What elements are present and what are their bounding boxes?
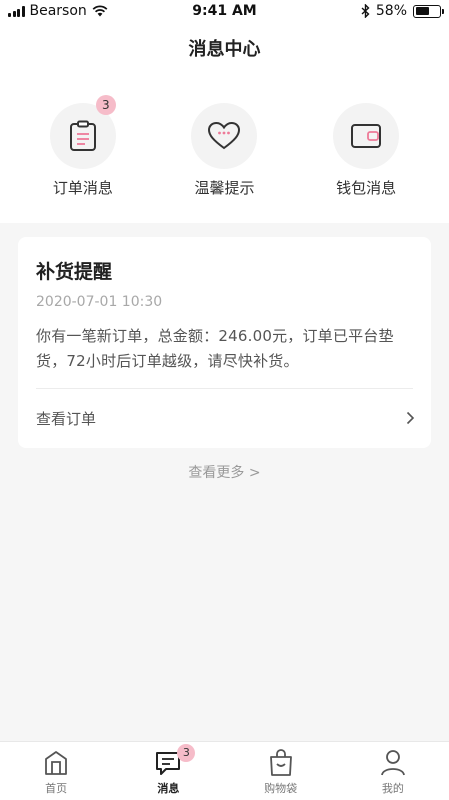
tab-icon-wrap xyxy=(266,748,296,778)
tab-label: 我的 xyxy=(381,782,404,795)
heart-icon xyxy=(208,121,241,150)
message-categories: 3 订单消息 温馨提示 钱包消息 xyxy=(0,78,449,223)
category-icon-circle: 3 xyxy=(49,95,116,169)
view-more-link[interactable]: 查看更多 > xyxy=(0,462,449,482)
message-time: 2020-07-01 10:30 xyxy=(36,294,163,310)
view-order-link[interactable]: 查看订单 xyxy=(36,389,415,447)
tab-home[interactable]: 首页 xyxy=(0,742,112,800)
category-label: 钱包消息 xyxy=(336,179,397,197)
battery-info: 58% xyxy=(361,3,444,19)
tab-label: 购物袋 xyxy=(264,782,298,795)
tab-label: 首页 xyxy=(45,782,68,795)
tab-icon-wrap: 3 xyxy=(153,744,196,778)
category-order-messages[interactable]: 3 订单消息 xyxy=(23,78,143,223)
tab-shopping-bag[interactable]: 购物袋 xyxy=(225,742,337,800)
tab-messages[interactable]: 3 消息 xyxy=(112,742,224,800)
category-tips[interactable]: 温馨提示 xyxy=(164,78,284,223)
chevron-right-icon xyxy=(406,411,415,425)
order-badge: 3 xyxy=(95,95,116,115)
user-icon xyxy=(380,750,405,776)
page-title: 消息中心 xyxy=(0,24,449,78)
battery-percent: 58% xyxy=(375,3,407,19)
tab-icon-wrap xyxy=(378,748,408,778)
shopping-bag-icon xyxy=(269,749,292,776)
category-icon-circle xyxy=(333,103,400,169)
message-title: 补货提醒 xyxy=(36,261,113,283)
category-label: 订单消息 xyxy=(52,179,113,197)
wallet-icon xyxy=(351,124,382,148)
tab-bar: 首页 3 消息 购物袋 我的 xyxy=(0,741,449,800)
message-body: 你有一笔新订单，总金额：246.00元，订单已平台垫货，72小时后订单越级，请尽… xyxy=(36,327,394,370)
view-order-label: 查看订单 xyxy=(36,409,97,428)
category-wallet-messages[interactable]: 钱包消息 xyxy=(306,78,426,223)
home-icon xyxy=(45,751,68,775)
tab-icon-wrap xyxy=(41,748,71,778)
clipboard-icon xyxy=(69,120,96,151)
category-icon-circle xyxy=(191,103,258,169)
message-card: 补货提醒 2020-07-01 10:30 你有一笔新订单，总金额：246.00… xyxy=(18,237,431,448)
battery-icon xyxy=(413,4,444,18)
status-bar: Bearson 9:41 AM 58% xyxy=(0,0,449,24)
bluetooth-icon xyxy=(361,4,370,18)
messages-badge: 3 xyxy=(177,744,196,762)
tab-label: 消息 xyxy=(157,782,180,795)
tab-profile[interactable]: 我的 xyxy=(337,742,449,800)
battery-fill xyxy=(415,7,429,15)
category-label: 温馨提示 xyxy=(194,179,255,197)
